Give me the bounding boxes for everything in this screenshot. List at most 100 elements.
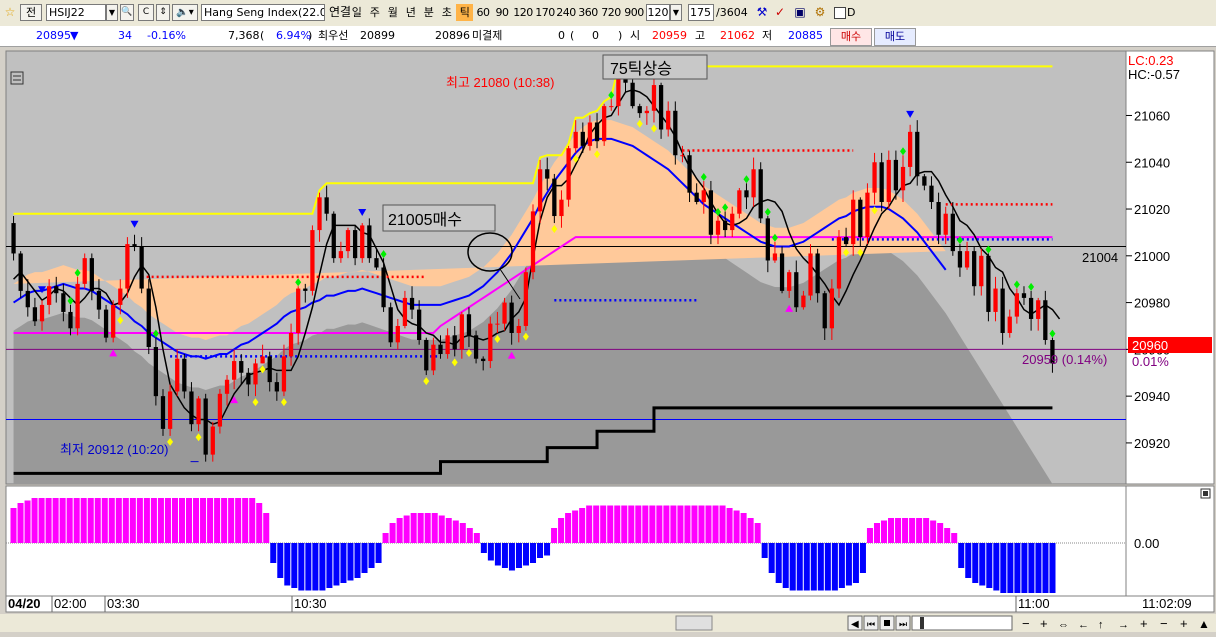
period-button-초[interactable]: 초 xyxy=(438,4,455,21)
tick-dropdown-icon[interactable]: ▼ xyxy=(670,4,682,21)
speaker-icon[interactable]: 🔈▾ xyxy=(172,4,198,21)
oscillator-bar xyxy=(880,520,888,543)
period-button-틱[interactable]: 틱 xyxy=(456,4,473,21)
candle xyxy=(153,337,159,406)
oscillator-bar xyxy=(824,543,831,591)
step-left-icon[interactable]: ← xyxy=(1078,619,1089,631)
candle-body xyxy=(160,396,166,429)
oscillator-bar xyxy=(200,498,207,543)
oscillator-bar xyxy=(522,543,529,566)
step-up-icon[interactable]: ↑ xyxy=(1098,619,1104,631)
zoom-slider-track[interactable] xyxy=(911,615,1013,631)
candle-body xyxy=(224,379,230,394)
candle-body xyxy=(680,155,685,157)
zoom-out-icon[interactable]: − xyxy=(1022,616,1030,631)
candle-body xyxy=(602,106,607,142)
candle xyxy=(82,253,87,289)
oscillator-bar xyxy=(438,515,445,543)
candle-body xyxy=(673,110,678,156)
candle xyxy=(986,253,991,322)
star-favorite-icon[interactable]: ☆ xyxy=(2,4,18,21)
candle-body xyxy=(708,190,714,235)
candle-body xyxy=(730,213,735,231)
oscillator-bar xyxy=(319,543,326,591)
chevron-updown-icon[interactable]: ⇕ xyxy=(156,4,170,21)
candle xyxy=(708,180,714,245)
oscillator-bar xyxy=(607,505,614,543)
candle-body xyxy=(303,288,308,291)
period-button-120[interactable]: 120 xyxy=(512,4,534,21)
oscillator-bar xyxy=(845,543,852,586)
period-button-60[interactable]: 60 xyxy=(474,4,492,21)
oscillator-bar xyxy=(614,505,621,543)
high-marker-label: 최고 21080 (10:38) xyxy=(446,75,554,90)
candle-body xyxy=(253,363,258,385)
oscillator-bar xyxy=(403,515,410,543)
candle-body xyxy=(694,192,699,203)
candle-body xyxy=(630,82,635,107)
period-button-900[interactable]: 900 xyxy=(623,4,645,21)
period-button-월[interactable]: 월 xyxy=(384,4,401,21)
add-icon[interactable]: + xyxy=(1140,616,1148,631)
oscillator-bar xyxy=(761,543,768,558)
oscillator-bar xyxy=(1014,543,1021,593)
search-icon[interactable]: 🔍 xyxy=(120,4,134,21)
menu-icon[interactable]: ▲ xyxy=(1198,617,1210,631)
chart-area[interactable]: 21060 21040 21020 21000 20980 20960 20940 20920… xyxy=(0,47,1216,634)
zoom-slider-thumb[interactable] xyxy=(920,617,924,629)
minus-icon[interactable]: − xyxy=(1160,616,1168,631)
volume-percent: 6.94% xyxy=(276,29,311,42)
candle xyxy=(530,204,536,280)
settings-icon[interactable]: ⚙ xyxy=(812,4,828,21)
oscillator-bar xyxy=(1049,543,1056,593)
oscillator-bar xyxy=(305,543,312,591)
mode-button[interactable]: 전 xyxy=(20,4,42,21)
indicator-tool-icon[interactable]: ⚒ xyxy=(754,4,770,21)
period-button-분[interactable]: 분 xyxy=(420,4,437,21)
period-button-240[interactable]: 240 xyxy=(556,4,576,21)
period-button-주[interactable]: 주 xyxy=(366,4,383,21)
period-button-170[interactable]: 170 xyxy=(535,4,555,21)
candle-body xyxy=(182,358,187,392)
scrollbar[interactable]: ◀ ⏮ ⏭ − + ⇔ ← ↑ → + − + ▲ xyxy=(0,614,1216,632)
candle-body xyxy=(68,311,73,329)
candle-body xyxy=(175,358,180,392)
oscillator-bar xyxy=(59,498,66,543)
d-checkbox[interactable] xyxy=(834,7,846,19)
period-button-일[interactable]: 일 xyxy=(348,4,365,21)
candle xyxy=(424,337,429,376)
step-right-icon[interactable]: → xyxy=(1118,619,1129,631)
buy-button[interactable]: 매수 xyxy=(830,28,872,46)
save-icon[interactable]: ▣ xyxy=(792,4,808,21)
tick-value-input[interactable]: 120 xyxy=(646,4,670,21)
scroll-thumb[interactable] xyxy=(675,615,713,631)
sell-button[interactable]: 매도 xyxy=(874,28,916,46)
candle-body xyxy=(274,382,279,392)
zoom-in-icon[interactable]: + xyxy=(1040,616,1048,631)
candle-body xyxy=(452,335,457,350)
candle-body xyxy=(367,225,372,259)
period-button-720[interactable]: 720 xyxy=(600,4,622,21)
oscillator-bar xyxy=(740,513,747,543)
last-price: 20895 xyxy=(36,29,71,42)
candle-body xyxy=(232,361,237,380)
link-c-icon[interactable]: C xyxy=(138,4,154,21)
symbol-code-input[interactable]: HSIJ22 xyxy=(46,4,106,21)
plus-icon[interactable]: + xyxy=(1180,616,1188,631)
oscillator-bar xyxy=(207,498,214,543)
period-button-360[interactable]: 360 xyxy=(577,4,599,21)
symbol-dropdown-icon[interactable]: ▼ xyxy=(106,4,118,21)
price-chart-svg[interactable]: 21060 21040 21020 21000 20980 20960 20940 20920… xyxy=(0,47,1216,634)
instrument-name-field[interactable]: Hang Seng Index(22.0 xyxy=(201,4,325,21)
candle xyxy=(602,103,607,146)
candle-body xyxy=(189,391,194,425)
oscillator-bar xyxy=(1000,543,1007,593)
period-button-90[interactable]: 90 xyxy=(493,4,511,21)
candle-body xyxy=(153,347,159,397)
check-tool-icon[interactable]: ✓ xyxy=(772,4,788,21)
count-input[interactable]: 175 xyxy=(688,4,714,21)
period-button-년[interactable]: 년 xyxy=(402,4,419,21)
oscillator-bar xyxy=(45,498,52,543)
full-view-icon[interactable]: ⇔ xyxy=(1058,619,1069,631)
candle-body xyxy=(737,190,742,214)
